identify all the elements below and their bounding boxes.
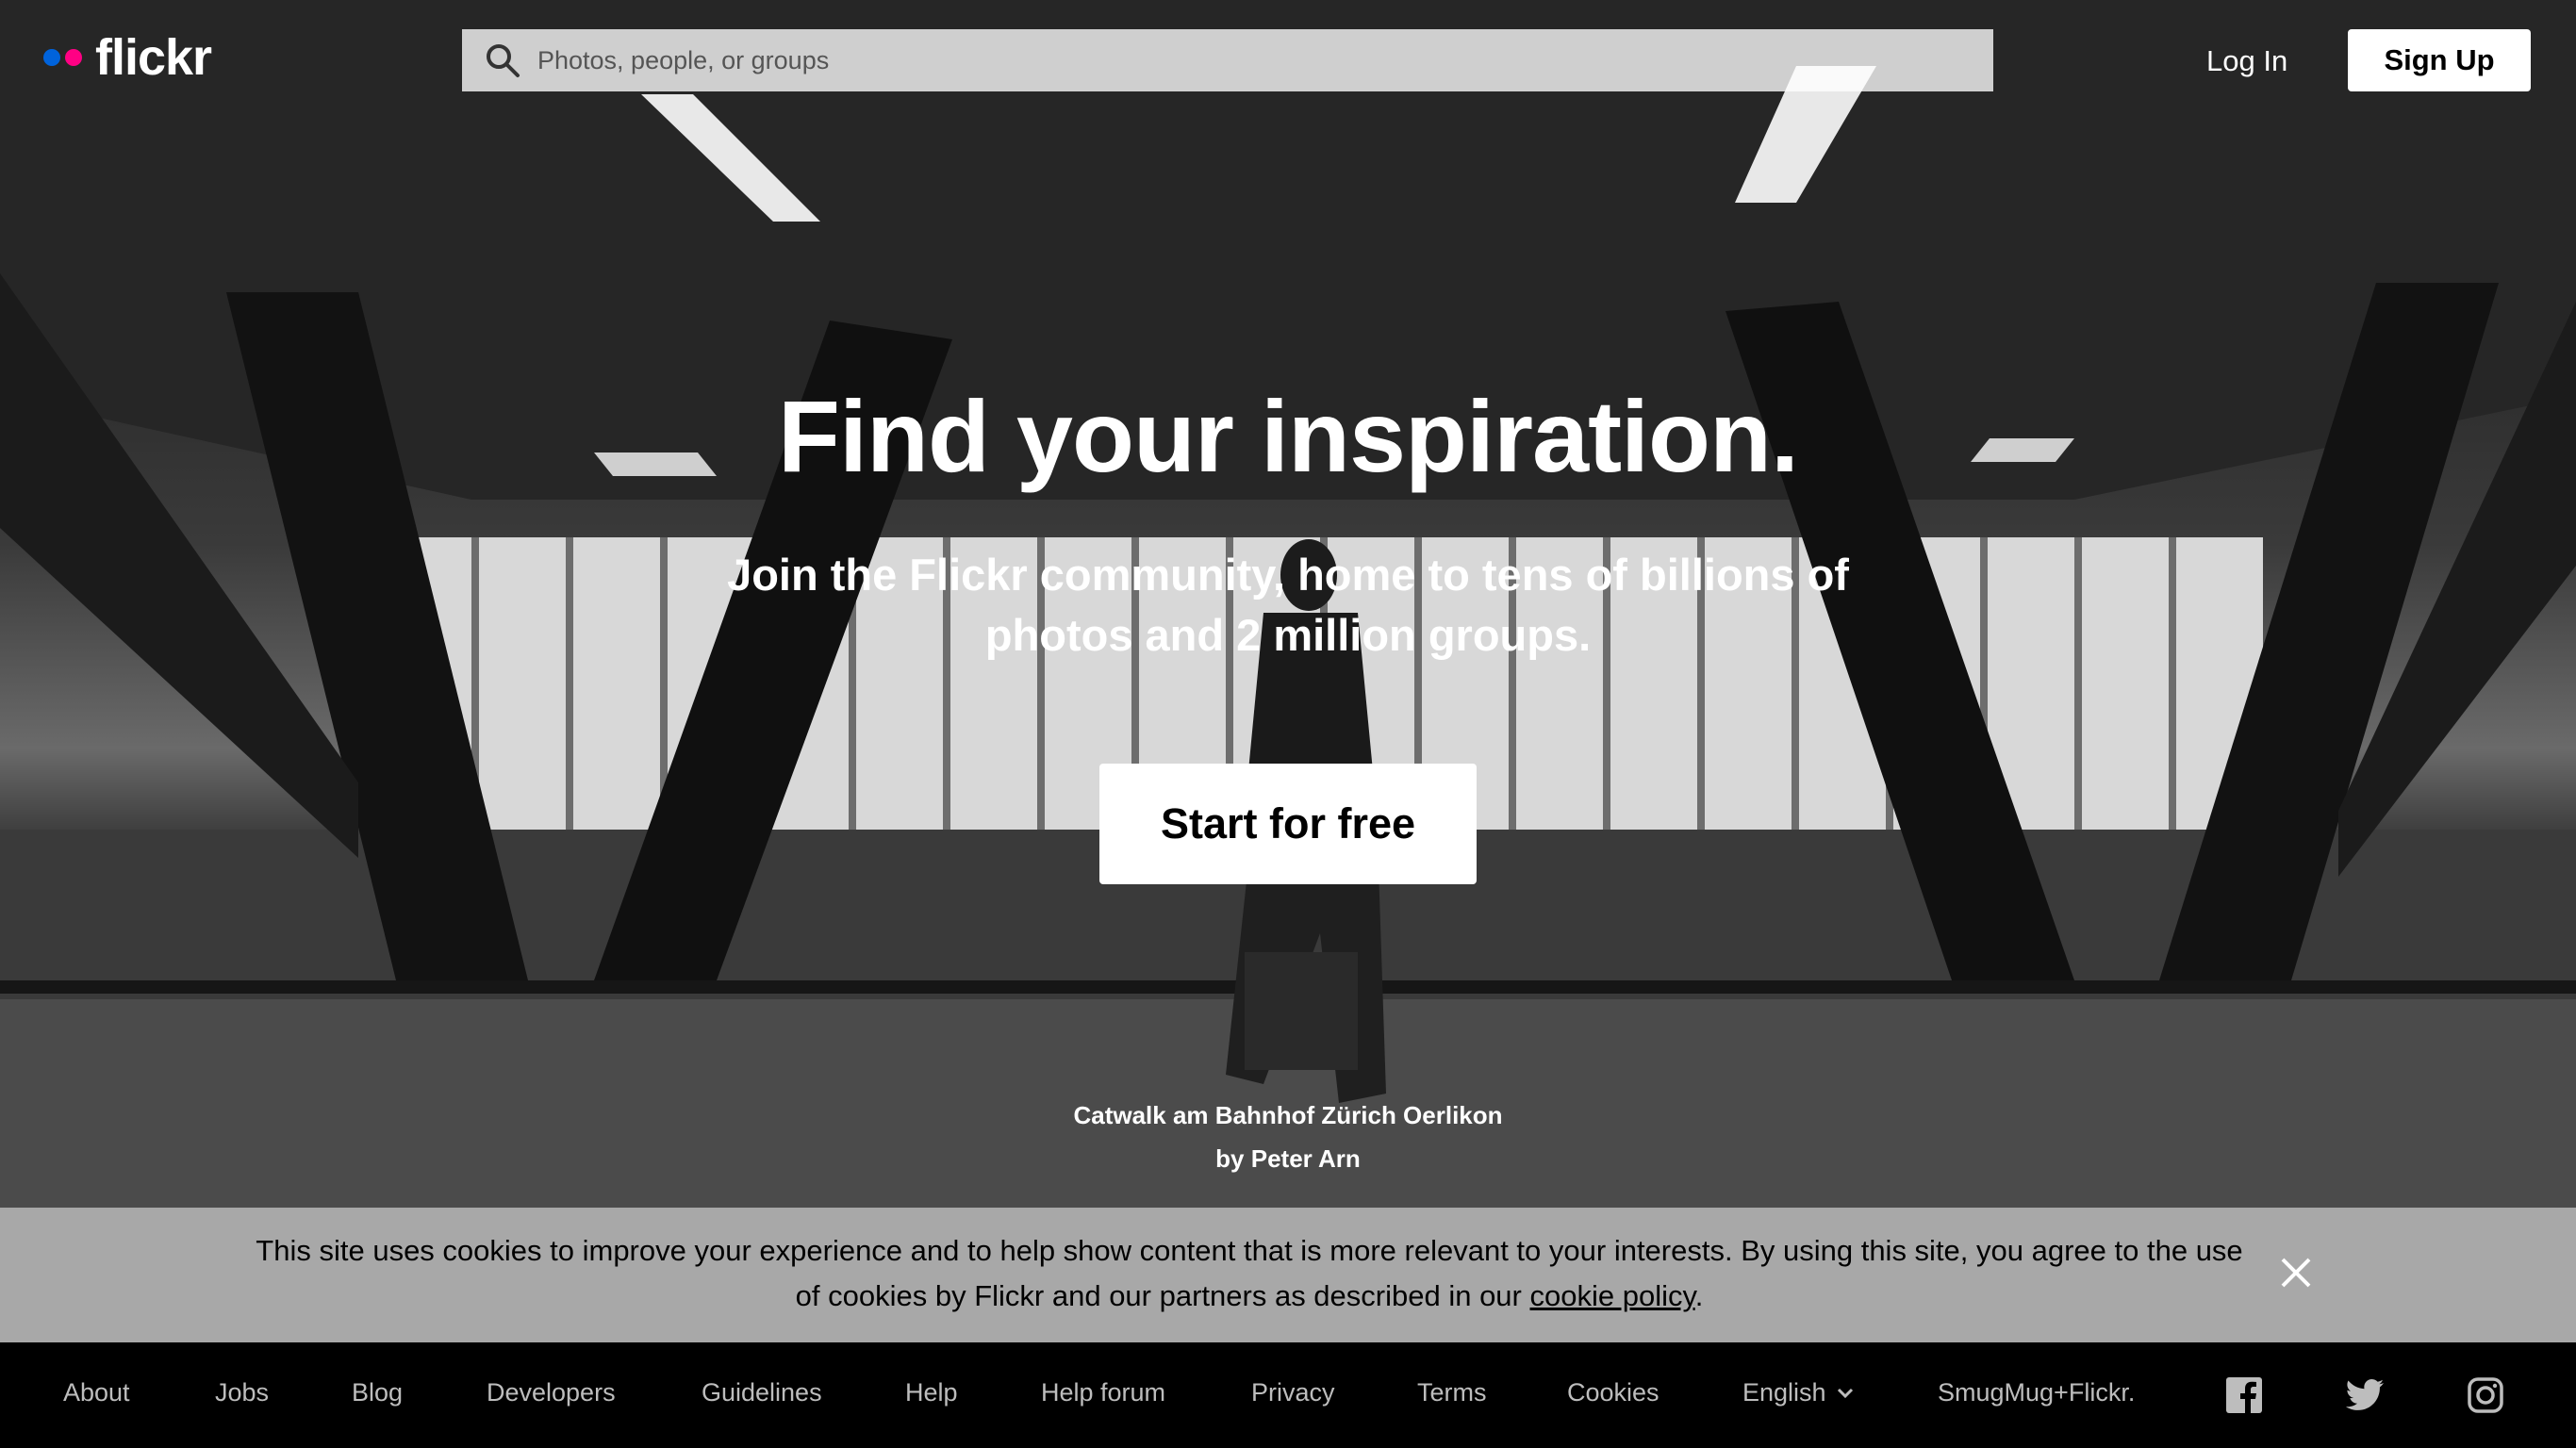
photo-author-link[interactable]: by Peter Arn xyxy=(0,1137,2576,1180)
footer-link-cookies[interactable]: Cookies xyxy=(1567,1378,1660,1407)
facebook-icon xyxy=(2226,1377,2262,1413)
footer-link-blog[interactable]: Blog xyxy=(352,1378,403,1407)
close-icon xyxy=(2281,1258,2311,1288)
logo-wordmark: flickr xyxy=(95,29,212,86)
logo-blue-dot xyxy=(43,49,60,66)
search-icon[interactable] xyxy=(471,29,534,91)
signup-button[interactable]: Sign Up xyxy=(2348,29,2531,91)
cookie-banner: This site uses cookies to improve your e… xyxy=(0,1208,2576,1342)
cookie-banner-text: This site uses cookies to improve your e… xyxy=(255,1228,2244,1319)
logo-pink-dot xyxy=(65,49,82,66)
photo-credit: Catwalk am Bahnhof Zürich Oerlikon by Pe… xyxy=(0,1094,2576,1180)
cookie-banner-suffix: . xyxy=(1694,1279,1704,1312)
footer-link-developers[interactable]: Developers xyxy=(487,1378,616,1407)
photo-title-link[interactable]: Catwalk am Bahnhof Zürich Oerlikon xyxy=(0,1094,2576,1137)
login-link[interactable]: Log In xyxy=(2206,38,2287,85)
footer-link-jobs[interactable]: Jobs xyxy=(215,1378,269,1407)
instagram-icon xyxy=(2468,1377,2503,1413)
twitter-link[interactable] xyxy=(2346,1376,2384,1414)
language-label: English xyxy=(1742,1378,1826,1407)
search-bar[interactable] xyxy=(462,29,1993,91)
footer: About Jobs Blog Developers Guidelines He… xyxy=(0,1342,2576,1448)
footer-link-help-forum[interactable]: Help forum xyxy=(1041,1378,1165,1407)
footer-link-about[interactable]: About xyxy=(63,1378,130,1407)
cookie-banner-message: This site uses cookies to improve your e… xyxy=(256,1234,2243,1312)
facebook-link[interactable] xyxy=(2225,1376,2263,1414)
hero-headline: Find your inspiration. xyxy=(778,379,1799,493)
footer-link-guidelines[interactable]: Guidelines xyxy=(702,1378,822,1407)
close-cookie-banner-button[interactable] xyxy=(2274,1251,2318,1294)
cookie-policy-link[interactable]: cookie policy xyxy=(1530,1279,1695,1312)
twitter-icon xyxy=(2346,1379,2384,1410)
footer-link-smugmug[interactable]: SmugMug+Flickr. xyxy=(1938,1378,2135,1407)
footer-link-help[interactable]: Help xyxy=(905,1378,958,1407)
hero-subline: Join the Flickr community, home to tens … xyxy=(727,550,1849,660)
flickr-logo[interactable]: flickr xyxy=(43,29,212,86)
language-selector[interactable]: English xyxy=(1742,1378,1855,1407)
footer-link-privacy[interactable]: Privacy xyxy=(1251,1378,1335,1407)
instagram-link[interactable] xyxy=(2467,1376,2504,1414)
footer-link-terms[interactable]: Terms xyxy=(1417,1378,1487,1407)
chevron-down-icon xyxy=(1837,1388,1853,1398)
search-input[interactable] xyxy=(534,29,1993,91)
start-for-free-button[interactable]: Start for free xyxy=(1099,764,1477,884)
